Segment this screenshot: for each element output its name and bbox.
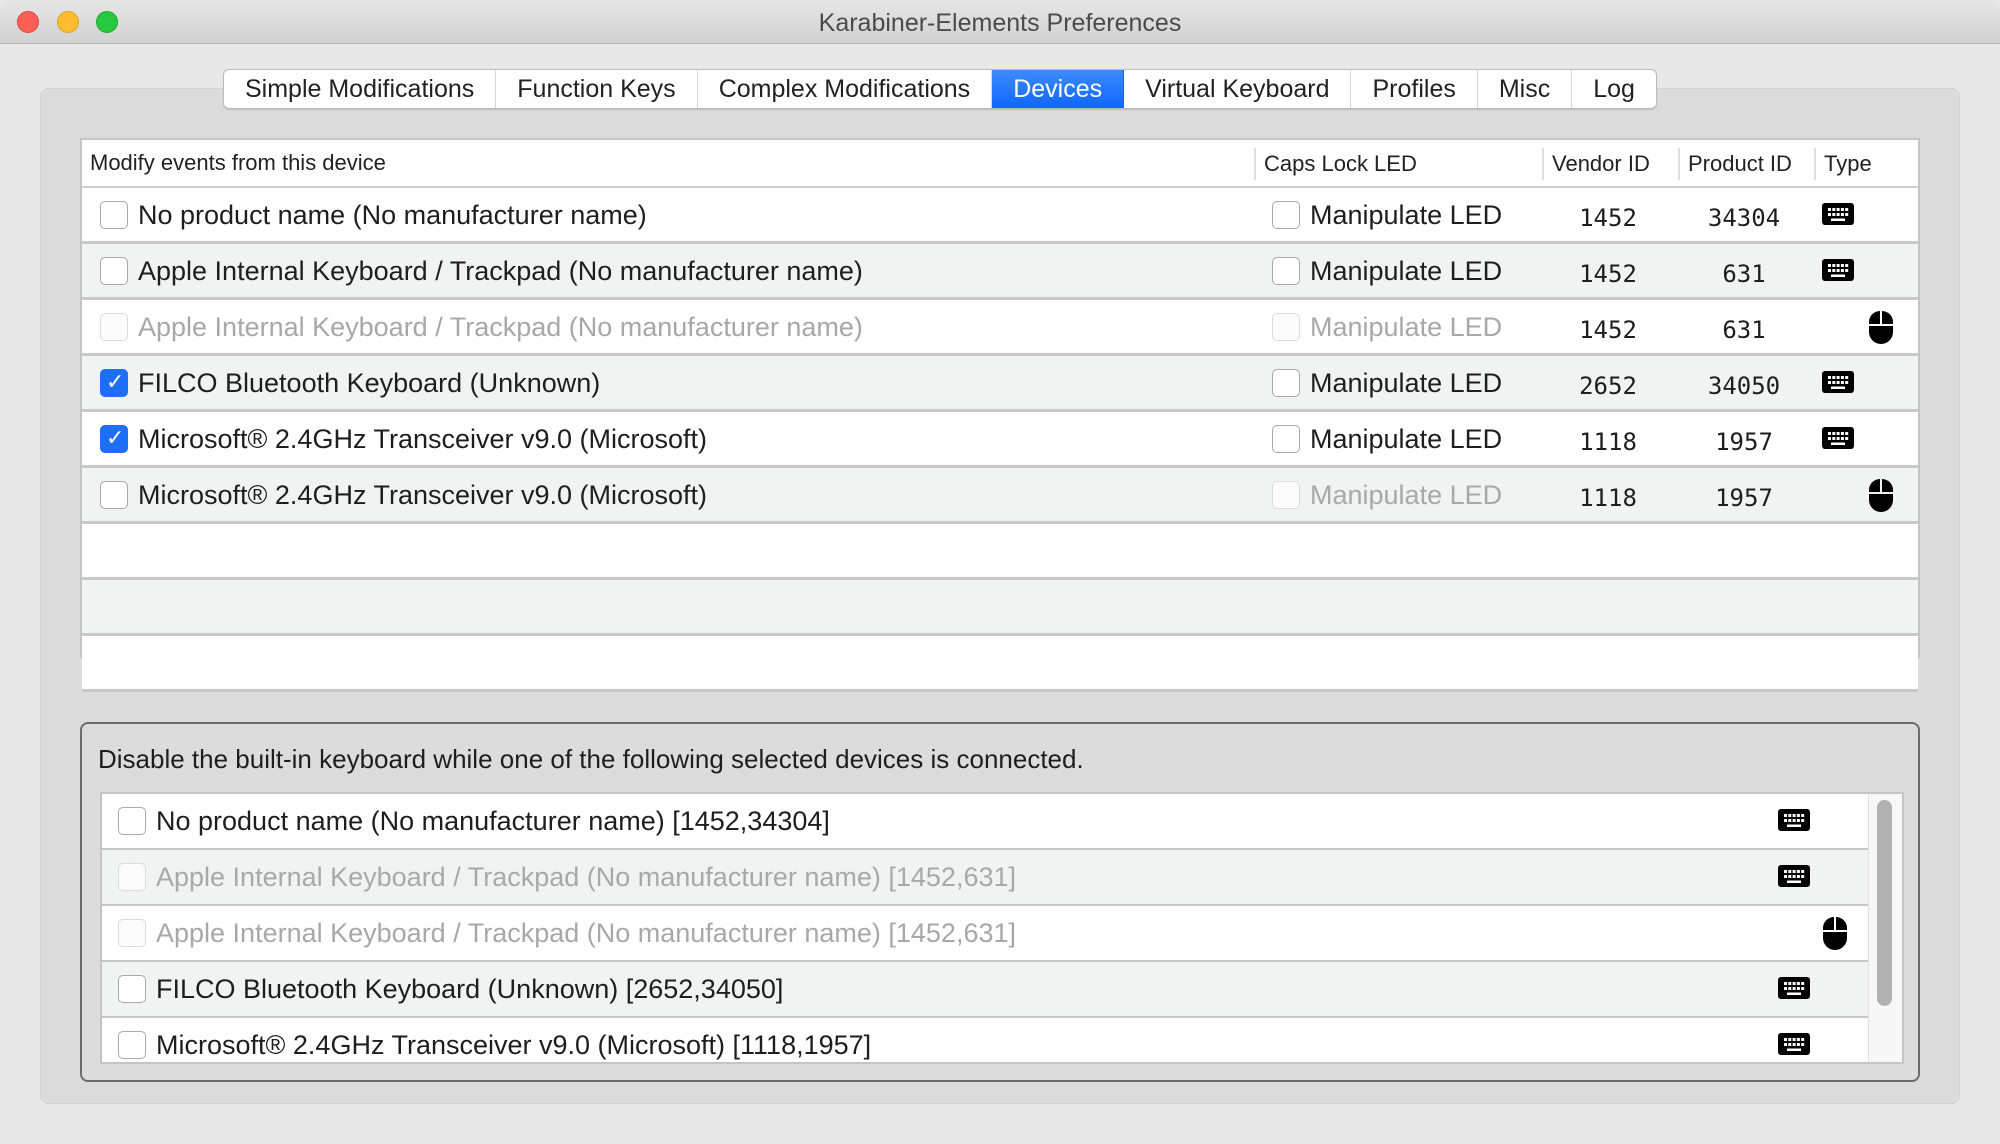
device-name: No product name (No manufacturer name): [138, 200, 647, 230]
vendor-id: 2652: [1579, 372, 1637, 400]
disable-builtin-checkbox: [118, 919, 146, 947]
product-id: 34304: [1707, 204, 1781, 232]
disable-builtin-checkbox: [118, 863, 146, 891]
disable-builtin-checkbox[interactable]: [118, 1031, 146, 1059]
device-label: Apple Internal Keyboard / Trackpad (No m…: [156, 918, 1016, 948]
mouse-icon: [1868, 310, 1894, 349]
keyboard-icon: [1778, 1033, 1810, 1060]
product-id: 34050: [1707, 372, 1781, 400]
tab-complex-modifications[interactable]: Complex Modifications: [698, 70, 993, 108]
manipulate-led-checkbox: [1272, 481, 1300, 509]
device-name: Microsoft® 2.4GHz Transceiver v9.0 (Micr…: [138, 480, 708, 510]
vendor-id: 1118: [1579, 484, 1637, 512]
product-id: 631: [1722, 260, 1766, 288]
disable-builtin-keyboard-label: Disable the built-in keyboard while one …: [98, 744, 1084, 774]
manipulate-led-label: Manipulate LED: [1310, 200, 1503, 230]
device-name: Microsoft® 2.4GHz Transceiver v9.0 (Micr…: [138, 424, 708, 454]
manipulate-led-label: Manipulate LED: [1310, 424, 1503, 454]
device-label: FILCO Bluetooth Keyboard (Unknown) [2652…: [156, 974, 784, 1004]
disable-builtin-device-list: No product name (No manufacturer name) […: [100, 792, 1904, 1064]
disable-builtin-checkbox[interactable]: [118, 807, 146, 835]
devices-table-header: Modify events from this device Caps Lock…: [82, 140, 1918, 188]
device-name: FILCO Bluetooth Keyboard (Unknown): [138, 368, 601, 398]
keyboard-icon: [1822, 259, 1854, 286]
column-header-vendor-id[interactable]: Vendor ID: [1542, 148, 1650, 180]
modify-events-checkbox[interactable]: [100, 257, 128, 285]
empty-row: [82, 636, 1918, 692]
keyboard-icon: [1778, 977, 1810, 1004]
manipulate-led-checkbox: [1272, 313, 1300, 341]
keyboard-icon: [1822, 427, 1854, 454]
vendor-id: 1452: [1579, 260, 1637, 288]
manipulate-led-label: Manipulate LED: [1310, 480, 1503, 510]
devices-table: Modify events from this device Caps Lock…: [80, 138, 1920, 692]
device-row[interactable]: FILCO Bluetooth Keyboard (Unknown) Manipu…: [82, 356, 1918, 412]
keyboard-icon: [1778, 809, 1810, 836]
modify-events-checkbox: [100, 313, 128, 341]
device-label: Microsoft® 2.4GHz Transceiver v9.0 (Micr…: [156, 1030, 872, 1060]
empty-row: [82, 580, 1918, 636]
disable-builtin-list-item[interactable]: Microsoft® 2.4GHz Transceiver v9.0 (Micr…: [102, 1018, 1868, 1062]
device-row[interactable]: Microsoft® 2.4GHz Transceiver v9.0 (Micr…: [82, 412, 1918, 468]
tab-bar: Simple Modifications Function Keys Complex…: [223, 69, 1657, 109]
device-row[interactable]: No product name (No manufacturer name) Ma…: [82, 188, 1918, 244]
tab-misc[interactable]: Misc: [1478, 70, 1573, 108]
scrollbar-track[interactable]: [1868, 794, 1902, 1062]
modify-events-checkbox[interactable]: [100, 201, 128, 229]
devices-table-body: No product name (No manufacturer name) Ma…: [82, 188, 1918, 692]
keyboard-icon: [1822, 203, 1854, 230]
disable-builtin-keyboard-group: Disable the built-in keyboard while one …: [80, 722, 1920, 1082]
device-label: No product name (No manufacturer name) […: [156, 806, 830, 836]
title-bar[interactable]: Karabiner-Elements Preferences: [0, 0, 2000, 44]
device-row[interactable]: Microsoft® 2.4GHz Transceiver v9.0 (Micr…: [82, 468, 1918, 524]
device-row[interactable]: Apple Internal Keyboard / Trackpad (No m…: [82, 244, 1918, 300]
scrollbar-thumb[interactable]: [1877, 800, 1892, 1006]
modify-events-checkbox[interactable]: [100, 481, 128, 509]
manipulate-led-checkbox[interactable]: [1272, 257, 1300, 285]
disable-builtin-list-item[interactable]: Apple Internal Keyboard / Trackpad (No m…: [102, 906, 1868, 962]
tab-virtual-keyboard[interactable]: Virtual Keyboard: [1124, 70, 1352, 108]
column-header-caps-lock-led[interactable]: Caps Lock LED: [1254, 148, 1417, 180]
device-label: Apple Internal Keyboard / Trackpad (No m…: [156, 862, 1016, 892]
mouse-icon: [1822, 916, 1848, 955]
column-header-type[interactable]: Type: [1814, 148, 1872, 180]
tab-log[interactable]: Log: [1572, 70, 1656, 108]
modify-events-checkbox[interactable]: [100, 369, 128, 397]
manipulate-led-label: Manipulate LED: [1310, 368, 1503, 398]
device-row[interactable]: Apple Internal Keyboard / Trackpad (No m…: [82, 300, 1918, 356]
disable-builtin-list-item[interactable]: FILCO Bluetooth Keyboard (Unknown) [2652…: [102, 962, 1868, 1018]
product-id: 1957: [1715, 428, 1773, 456]
manipulate-led-label: Manipulate LED: [1310, 312, 1503, 342]
keyboard-icon: [1822, 371, 1854, 398]
preferences-window: Karabiner-Elements Preferences Simple Mo…: [0, 0, 2000, 1144]
vendor-id: 1452: [1579, 204, 1637, 232]
column-header-modify[interactable]: Modify events from this device: [82, 140, 386, 186]
device-name: Apple Internal Keyboard / Trackpad (No m…: [138, 256, 863, 286]
product-id: 631: [1722, 316, 1766, 344]
manipulate-led-label: Manipulate LED: [1310, 256, 1503, 286]
manipulate-led-checkbox[interactable]: [1272, 201, 1300, 229]
vendor-id: 1118: [1579, 428, 1637, 456]
empty-row: [82, 524, 1918, 580]
device-name: Apple Internal Keyboard / Trackpad (No m…: [138, 312, 863, 342]
window-title: Karabiner-Elements Preferences: [818, 9, 1182, 37]
disable-builtin-list-item[interactable]: Apple Internal Keyboard / Trackpad (No m…: [102, 850, 1868, 906]
disable-builtin-checkbox[interactable]: [118, 975, 146, 1003]
product-id: 1957: [1715, 484, 1773, 512]
keyboard-icon: [1778, 865, 1810, 892]
manipulate-led-checkbox[interactable]: [1272, 369, 1300, 397]
tab-profiles[interactable]: Profiles: [1351, 70, 1478, 108]
disable-builtin-list-item[interactable]: No product name (No manufacturer name) […: [102, 794, 1868, 850]
tab-function-keys[interactable]: Function Keys: [496, 70, 698, 108]
vendor-id: 1452: [1579, 316, 1637, 344]
tab-simple-modifications[interactable]: Simple Modifications: [224, 70, 497, 108]
tab-devices[interactable]: Devices: [992, 70, 1125, 108]
modify-events-checkbox[interactable]: [100, 425, 128, 453]
mouse-icon: [1868, 478, 1894, 517]
manipulate-led-checkbox[interactable]: [1272, 425, 1300, 453]
column-header-product-id[interactable]: Product ID: [1678, 148, 1792, 180]
